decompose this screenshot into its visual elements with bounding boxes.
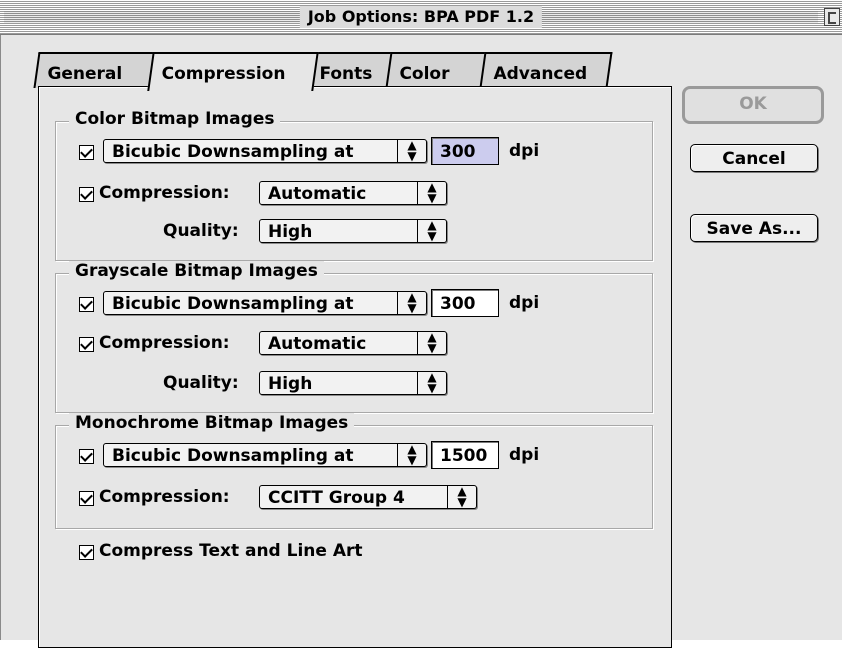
- monochrome-compression-checkbox[interactable]: [79, 491, 94, 506]
- monochrome-bitmap-title: Monochrome Bitmap Images: [69, 413, 355, 433]
- color-dpi-label: dpi: [509, 141, 540, 161]
- tab-general[interactable]: General: [33, 52, 161, 88]
- color-quality-label: Quality:: [163, 221, 239, 241]
- window-title: Job Options: BPA PDF 1.2: [299, 6, 543, 28]
- monochrome-compression-popup[interactable]: CCITT Group 4 ▲ ▼: [259, 485, 477, 509]
- color-compression-label: Compression:: [99, 183, 230, 203]
- grayscale-bitmap-title: Grayscale Bitmap Images: [69, 261, 324, 281]
- updown-arrows-icon: ▲ ▼: [447, 486, 476, 508]
- grayscale-compression-label: Compression:: [99, 333, 230, 353]
- monochrome-dpi-label: dpi: [509, 445, 540, 465]
- grayscale-quality-label: Quality:: [163, 373, 239, 393]
- ok-button[interactable]: OK: [682, 86, 824, 124]
- updown-arrows-icon: ▲ ▼: [417, 332, 446, 354]
- color-downsample-popup[interactable]: Bicubic Downsampling at ▲ ▼: [103, 139, 427, 163]
- grayscale-downsample-popup[interactable]: Bicubic Downsampling at ▲ ▼: [103, 291, 427, 315]
- monochrome-downsample-popup[interactable]: Bicubic Downsampling at ▲ ▼: [103, 443, 427, 467]
- updown-arrows-icon: ▲ ▼: [417, 372, 446, 394]
- grayscale-compression-value: Automatic: [268, 334, 367, 354]
- cancel-button[interactable]: Cancel: [690, 144, 818, 172]
- monochrome-downsample-checkbox[interactable]: [79, 449, 94, 464]
- tab-fonts[interactable]: Fonts: [305, 52, 399, 88]
- grayscale-compression-checkbox[interactable]: [79, 337, 94, 352]
- color-downsample-checkbox[interactable]: [79, 145, 94, 160]
- color-quality-popup[interactable]: High ▲ ▼: [259, 219, 447, 243]
- tab-advanced[interactable]: Advanced: [479, 52, 613, 88]
- updown-arrows-icon: ▲ ▼: [417, 220, 446, 242]
- monochrome-resolution-field[interactable]: 1500: [431, 441, 499, 469]
- tab-compression-label: Compression: [161, 64, 286, 84]
- compress-text-label: Compress Text and Line Art: [99, 541, 363, 561]
- updown-arrows-icon: ▲ ▼: [397, 292, 426, 314]
- color-compression-checkbox[interactable]: [79, 187, 94, 202]
- compression-panel: Color Bitmap Images Bicubic Downsampling…: [38, 86, 672, 648]
- tab-color[interactable]: Color: [385, 52, 491, 88]
- grayscale-downsample-checkbox[interactable]: [79, 297, 94, 312]
- updown-arrows-icon: ▲ ▼: [397, 444, 426, 466]
- grayscale-resolution-field[interactable]: 300: [431, 289, 499, 317]
- grayscale-dpi-label: dpi: [509, 293, 540, 313]
- grayscale-compression-popup[interactable]: Automatic ▲ ▼: [259, 331, 447, 355]
- color-resolution-field[interactable]: 300: [431, 137, 499, 165]
- grayscale-downsample-value: Bicubic Downsampling at: [112, 294, 354, 314]
- color-compression-popup[interactable]: Automatic ▲ ▼: [259, 181, 447, 205]
- color-bitmap-title: Color Bitmap Images: [69, 109, 281, 129]
- monochrome-compression-label: Compression:: [99, 487, 230, 507]
- title-bar[interactable]: Job Options: BPA PDF 1.2: [0, 0, 842, 35]
- color-compression-value: Automatic: [268, 184, 367, 204]
- compress-text-checkbox[interactable]: [79, 545, 94, 560]
- monochrome-bitmap-group: [55, 425, 653, 529]
- grayscale-quality-popup[interactable]: High ▲ ▼: [259, 371, 447, 395]
- updown-arrows-icon: ▲ ▼: [397, 140, 426, 162]
- color-downsample-value: Bicubic Downsampling at: [112, 142, 354, 162]
- color-quality-value: High: [268, 222, 313, 242]
- save-as-button[interactable]: Save As...: [690, 214, 818, 242]
- updown-arrows-icon: ▲ ▼: [417, 182, 446, 204]
- tab-compression[interactable]: Compression: [147, 52, 319, 91]
- window-collapse-icon[interactable]: [824, 8, 840, 26]
- monochrome-compression-value: CCITT Group 4: [268, 488, 405, 508]
- monochrome-downsample-value: Bicubic Downsampling at: [112, 446, 354, 466]
- grayscale-quality-value: High: [268, 374, 313, 394]
